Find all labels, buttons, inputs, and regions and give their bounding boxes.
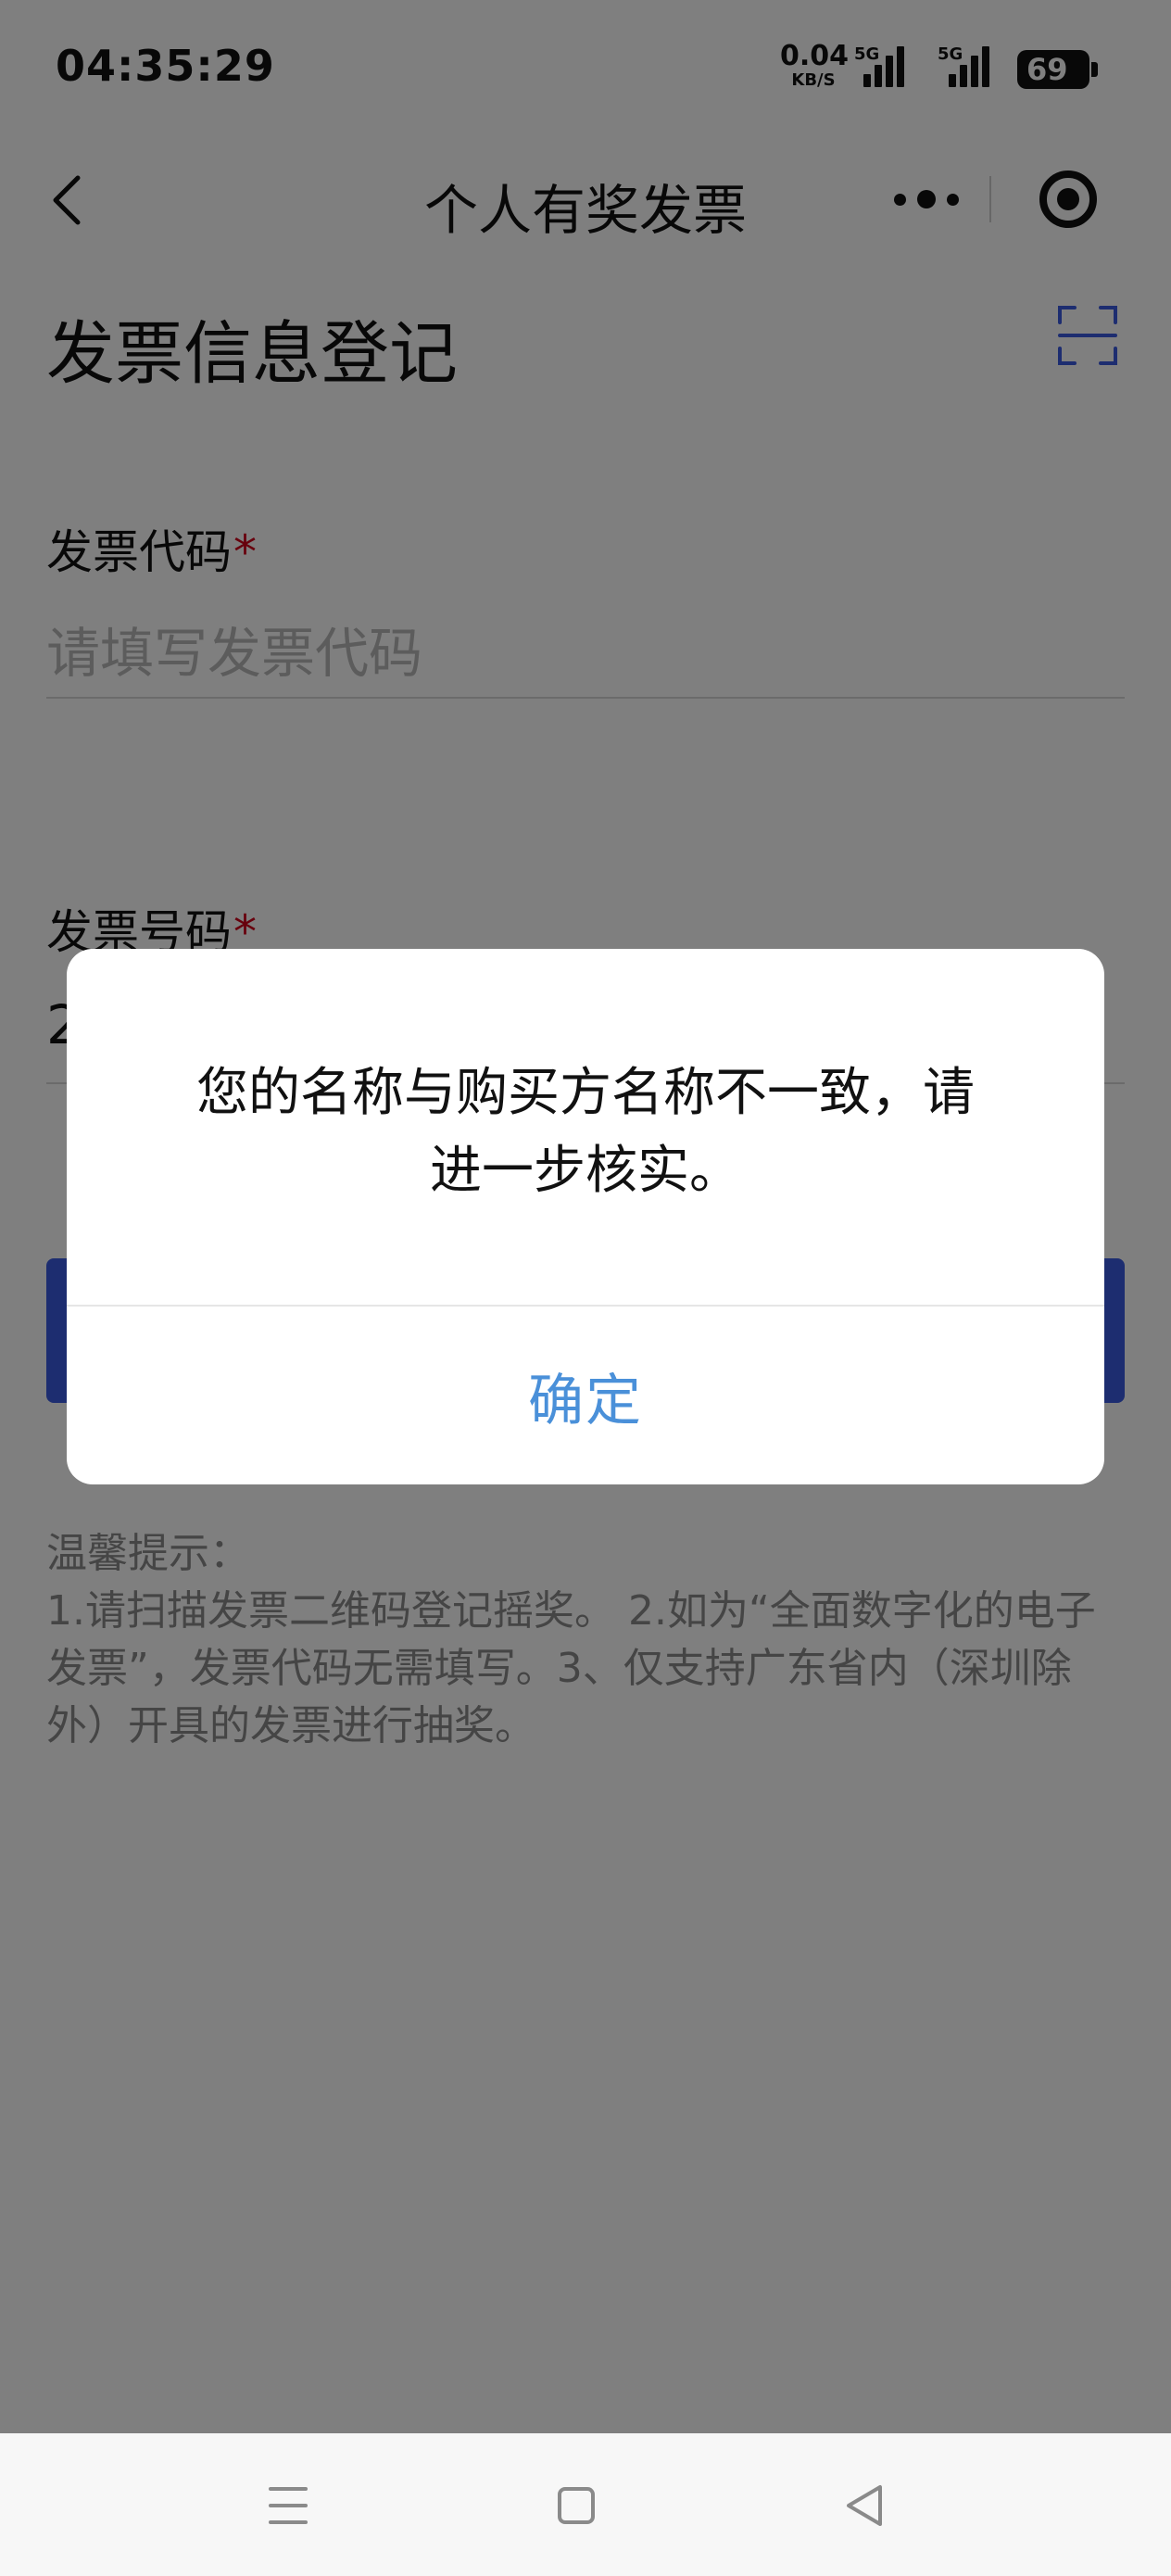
- dialog-message-line1: 您的名称与购买方名称不一致，请: [196, 1063, 975, 1123]
- confirm-button[interactable]: 确定: [67, 1307, 1104, 1484]
- square-home-icon[interactable]: [558, 2487, 595, 2524]
- menu-lines-icon[interactable]: [269, 2487, 308, 2524]
- alert-dialog: 您的名称与购买方名称不一致，请 进一步核实。 确定: [67, 949, 1104, 1484]
- dialog-message-line2: 进一步核实。: [430, 1141, 741, 1201]
- triangle-back-icon[interactable]: [843, 2483, 886, 2528]
- dialog-message: 您的名称与购买方名称不一致，请 进一步核实。: [141, 1054, 1030, 1210]
